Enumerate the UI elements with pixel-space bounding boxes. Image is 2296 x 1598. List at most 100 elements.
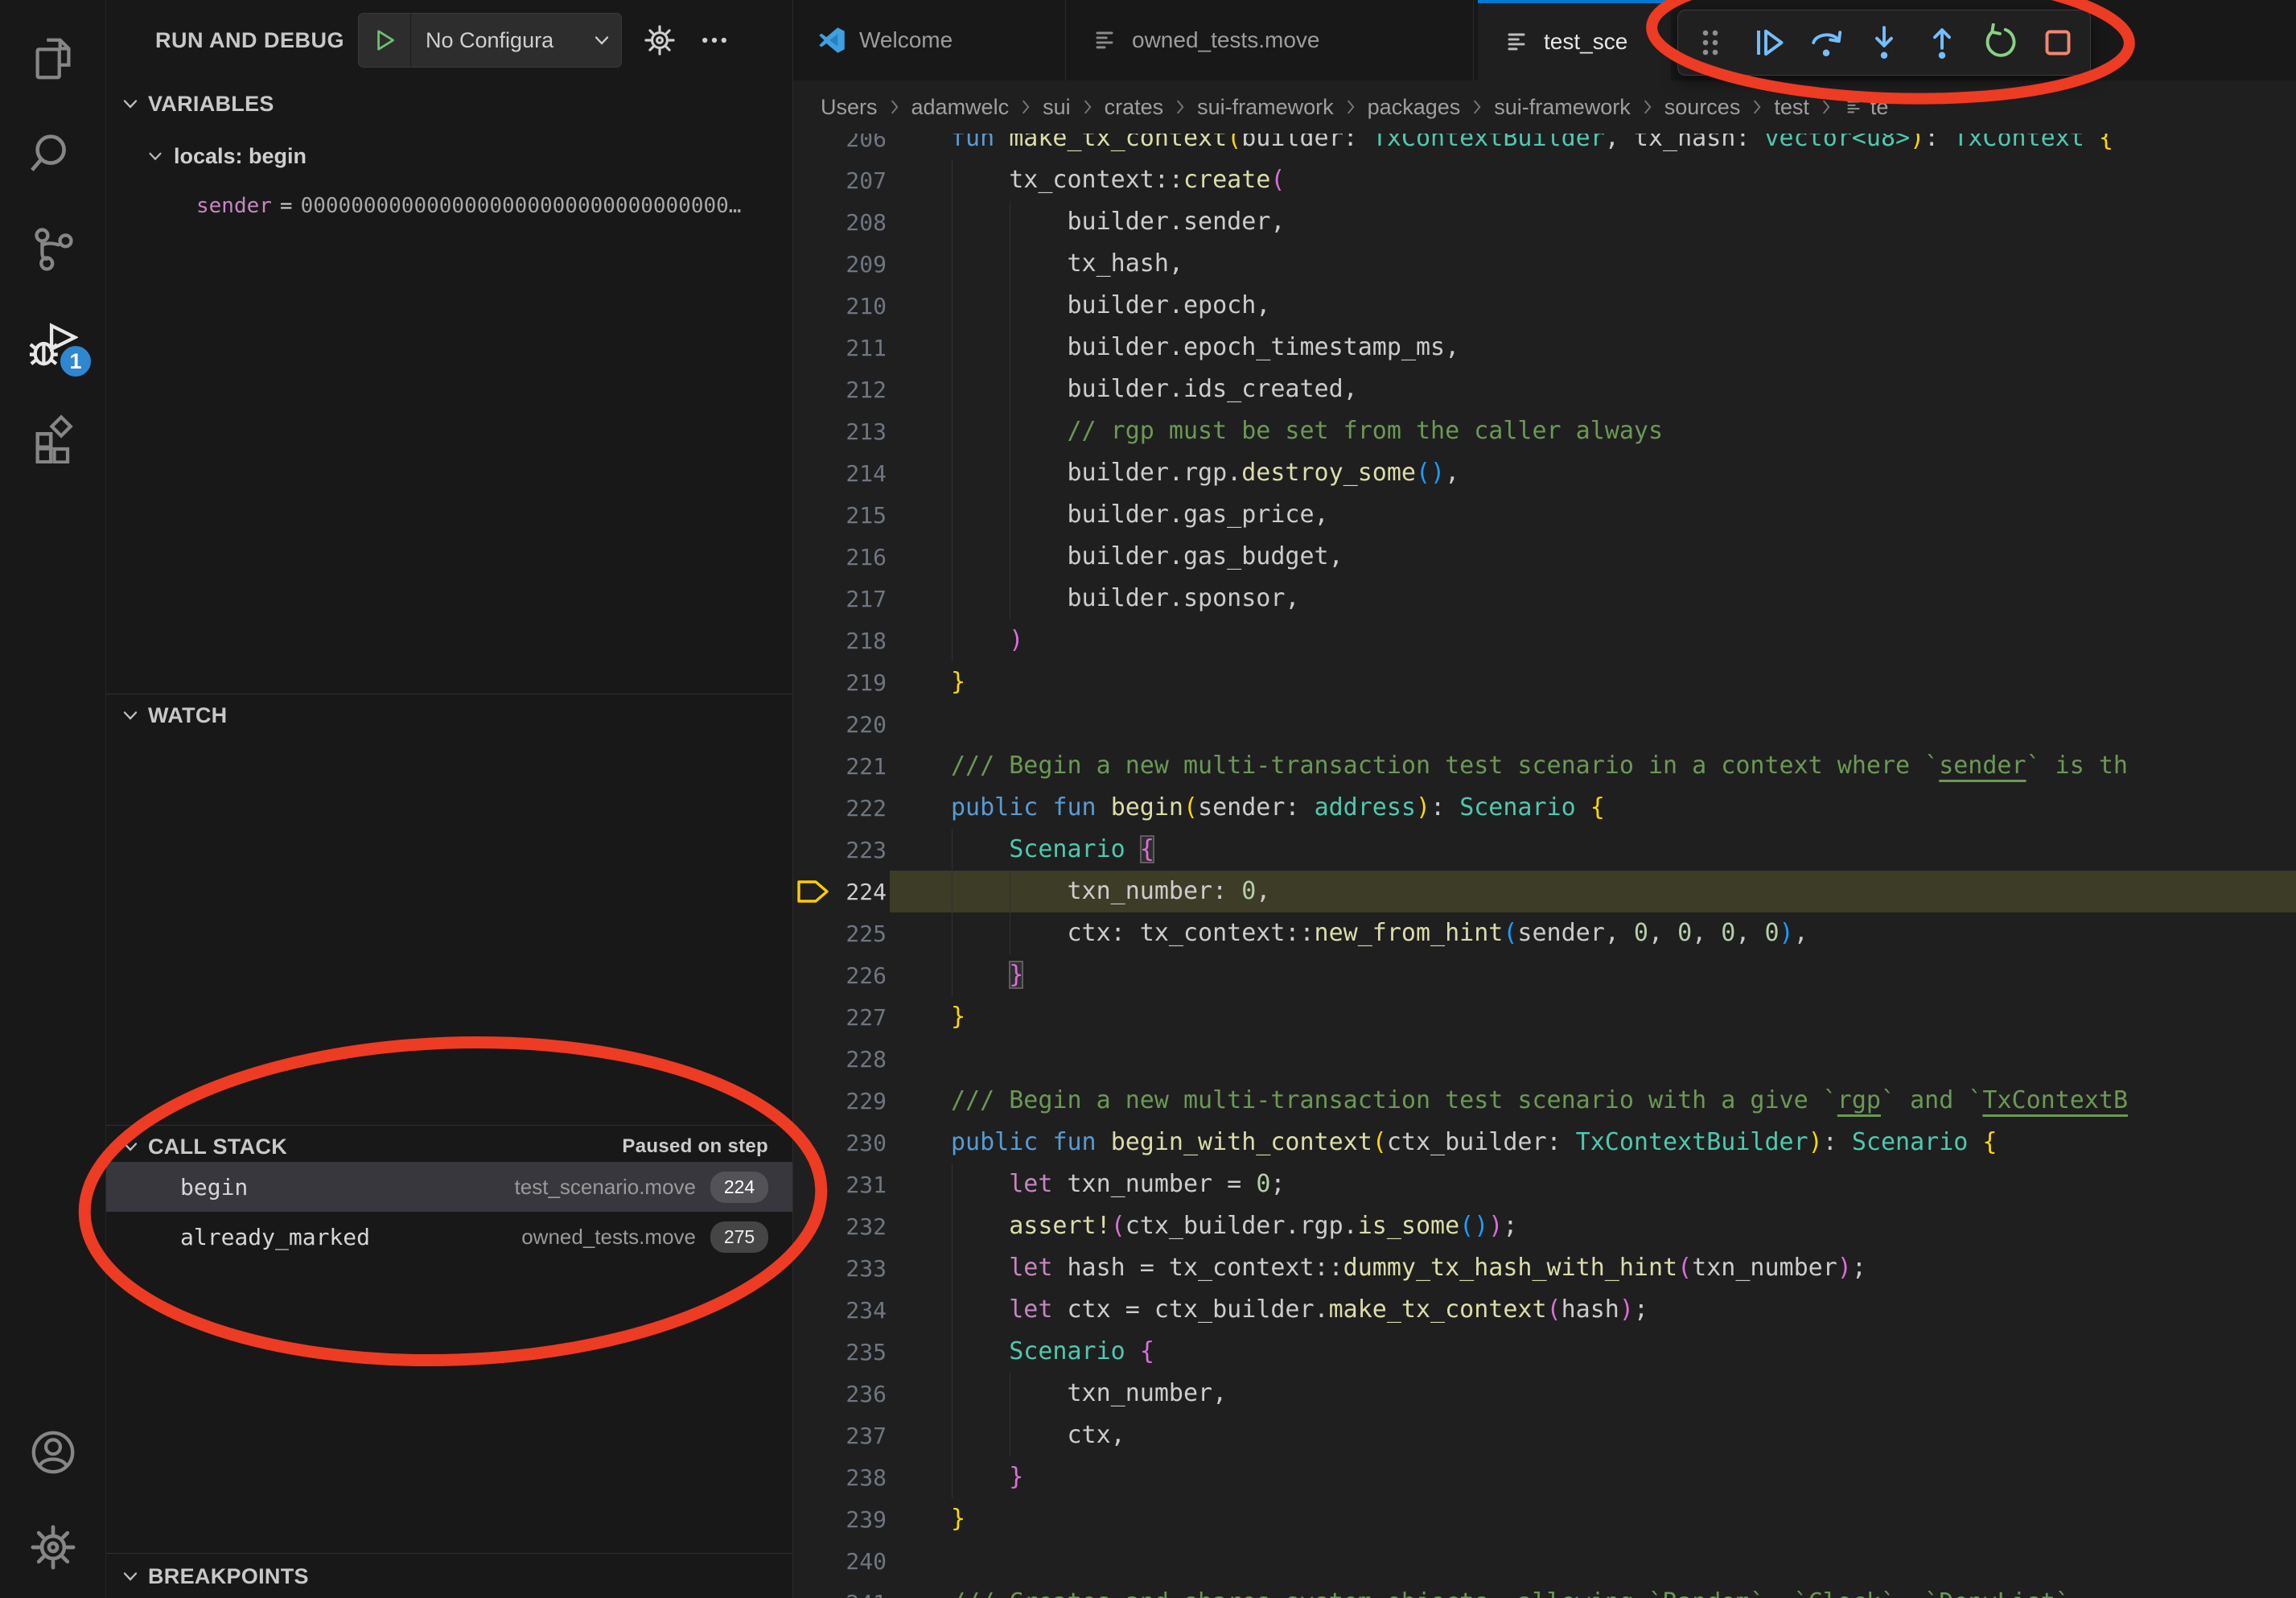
line-number[interactable]: 232 xyxy=(833,1213,887,1240)
code-line[interactable]: 229/// Begin a new multi-transaction tes… xyxy=(793,1080,2296,1122)
gutter-marker-cell[interactable] xyxy=(793,201,833,243)
gutter-marker-cell[interactable] xyxy=(793,1331,833,1373)
line-number[interactable]: 219 xyxy=(833,669,887,696)
activity-bar-item-extensions[interactable] xyxy=(0,391,105,486)
activity-bar-item-run-and-debug[interactable]: 1 xyxy=(0,296,105,391)
line-number[interactable]: 230 xyxy=(833,1130,887,1156)
breadcrumb-item[interactable]: adamwelc xyxy=(911,95,1010,120)
activity-bar-item-account[interactable] xyxy=(0,1405,105,1500)
gutter-marker-cell[interactable] xyxy=(793,494,833,536)
more-actions-button[interactable] xyxy=(697,23,731,57)
code-line[interactable]: 221/// Begin a new multi-transaction tes… xyxy=(793,745,2296,787)
restart-button[interactable] xyxy=(1974,17,2026,68)
code-line[interactable]: 232 assert!(ctx_builder.rgp.is_some()); xyxy=(793,1205,2296,1247)
line-number[interactable]: 222 xyxy=(833,795,887,822)
line-number[interactable]: 231 xyxy=(833,1172,887,1198)
code-line[interactable]: 223 Scenario { xyxy=(793,829,2296,871)
code-editor[interactable]: 206fun make_tx_context(builder: TxContex… xyxy=(793,134,2296,1598)
line-number[interactable]: 220 xyxy=(833,711,887,738)
continue-button[interactable] xyxy=(1743,17,1794,68)
line-number[interactable]: 211 xyxy=(833,335,887,361)
gutter-marker-cell[interactable] xyxy=(793,1205,833,1247)
gutter-marker-cell[interactable] xyxy=(793,536,833,578)
stop-button[interactable] xyxy=(2032,17,2084,68)
line-number[interactable]: 228 xyxy=(833,1046,887,1073)
code-line[interactable]: 240 xyxy=(793,1540,2296,1582)
variables-section-header[interactable]: VARIABLES xyxy=(106,85,792,122)
line-number[interactable]: 214 xyxy=(833,460,887,487)
gutter-marker-cell[interactable] xyxy=(793,620,833,661)
launch-configuration-label[interactable]: No Configura xyxy=(411,28,582,53)
line-number[interactable]: 221 xyxy=(833,753,887,780)
line-number[interactable]: 212 xyxy=(833,377,887,403)
gutter-marker-cell[interactable] xyxy=(793,703,833,745)
gutter-marker-cell[interactable] xyxy=(793,1373,833,1415)
code-line[interactable]: 225 ctx: tx_context::new_from_hint(sende… xyxy=(793,912,2296,954)
code-line[interactable]: 228 xyxy=(793,1038,2296,1080)
code-line[interactable]: 227} xyxy=(793,996,2296,1038)
gutter-marker-cell[interactable] xyxy=(793,1456,833,1498)
code-line[interactable]: 239} xyxy=(793,1498,2296,1540)
code-line[interactable]: 217 builder.sponsor, xyxy=(793,578,2296,620)
breakpoints-section-header[interactable]: BREAKPOINTS xyxy=(106,1558,792,1595)
breadcrumb-item[interactable]: packages xyxy=(1368,95,1461,120)
activity-bar-item-settings[interactable] xyxy=(0,1500,105,1595)
activity-bar-item-source-control[interactable] xyxy=(0,201,105,296)
code-line[interactable]: 219} xyxy=(793,661,2296,703)
line-number[interactable]: 217 xyxy=(833,586,887,612)
gutter-marker-cell[interactable] xyxy=(793,1163,833,1205)
editor-tab-welcome[interactable]: Welcome xyxy=(793,0,1066,80)
variable-row-sender[interactable]: sender = 0000000000000000000000000000000… xyxy=(106,185,792,227)
gutter-marker-cell[interactable] xyxy=(793,1080,833,1122)
activity-bar-item-search[interactable] xyxy=(0,106,105,201)
step-into-button[interactable] xyxy=(1858,17,1910,68)
line-number[interactable]: 240 xyxy=(833,1548,887,1575)
call-stack-section-header[interactable]: CALL STACK Paused on step xyxy=(106,1128,792,1165)
line-number[interactable]: 206 xyxy=(833,134,887,152)
drag-handle-button[interactable] xyxy=(1685,17,1736,68)
gutter-marker-cell[interactable] xyxy=(793,1247,833,1289)
gutter-marker-cell[interactable] xyxy=(793,578,833,620)
gutter-marker-cell[interactable] xyxy=(793,871,833,912)
gutter-marker-cell[interactable] xyxy=(793,829,833,871)
code-line[interactable]: 235 Scenario { xyxy=(793,1331,2296,1373)
gutter-marker-cell[interactable] xyxy=(793,369,833,410)
line-number[interactable]: 234 xyxy=(833,1297,887,1324)
code-line[interactable]: 213 // rgp must be set from the caller a… xyxy=(793,410,2296,452)
line-number[interactable]: 223 xyxy=(833,837,887,863)
gutter-marker-cell[interactable] xyxy=(793,912,833,954)
gutter-marker-cell[interactable] xyxy=(793,327,833,369)
code-line[interactable]: 220 xyxy=(793,703,2296,745)
code-line[interactable]: 241/// Creates and shares system objects… xyxy=(793,1582,2296,1598)
code-line[interactable]: 216 builder.gas_budget, xyxy=(793,536,2296,578)
line-number[interactable]: 227 xyxy=(833,1004,887,1031)
line-number[interactable]: 215 xyxy=(833,502,887,529)
line-number[interactable]: 225 xyxy=(833,920,887,947)
editor-tab-test_sce[interactable]: test_sce xyxy=(1478,0,1671,80)
call-stack-frame[interactable]: begintest_scenario.move224 xyxy=(106,1162,792,1212)
watch-section-header[interactable]: WATCH xyxy=(106,697,792,734)
line-number[interactable]: 235 xyxy=(833,1339,887,1365)
line-number[interactable]: 210 xyxy=(833,293,887,319)
gutter-marker-cell[interactable] xyxy=(793,1122,833,1163)
gutter-marker-cell[interactable] xyxy=(793,1582,833,1598)
line-number[interactable]: 238 xyxy=(833,1464,887,1491)
line-number[interactable]: 218 xyxy=(833,628,887,654)
code-line[interactable]: 206fun make_tx_context(builder: TxContex… xyxy=(793,134,2296,159)
breadcrumb-item[interactable]: test xyxy=(1774,95,1809,120)
code-line[interactable]: 212 builder.ids_created, xyxy=(793,369,2296,410)
breadcrumb-item[interactable]: sui xyxy=(1043,95,1071,120)
line-number[interactable]: 208 xyxy=(833,209,887,236)
gutter-marker-cell[interactable] xyxy=(793,787,833,829)
launch-configuration-dropdown[interactable]: No Configura xyxy=(358,13,622,68)
code-line[interactable]: 237 ctx, xyxy=(793,1415,2296,1456)
line-number[interactable]: 229 xyxy=(833,1088,887,1114)
gutter-marker-cell[interactable] xyxy=(793,159,833,201)
code-line[interactable]: 208 builder.sender, xyxy=(793,201,2296,243)
code-line[interactable]: 209 tx_hash, xyxy=(793,243,2296,285)
start-debugging-icon[interactable] xyxy=(359,14,411,67)
line-number[interactable]: 209 xyxy=(833,251,887,278)
line-number[interactable]: 239 xyxy=(833,1506,887,1533)
code-line[interactable]: 238 } xyxy=(793,1456,2296,1498)
breadcrumb-item[interactable]: Users xyxy=(821,95,878,120)
